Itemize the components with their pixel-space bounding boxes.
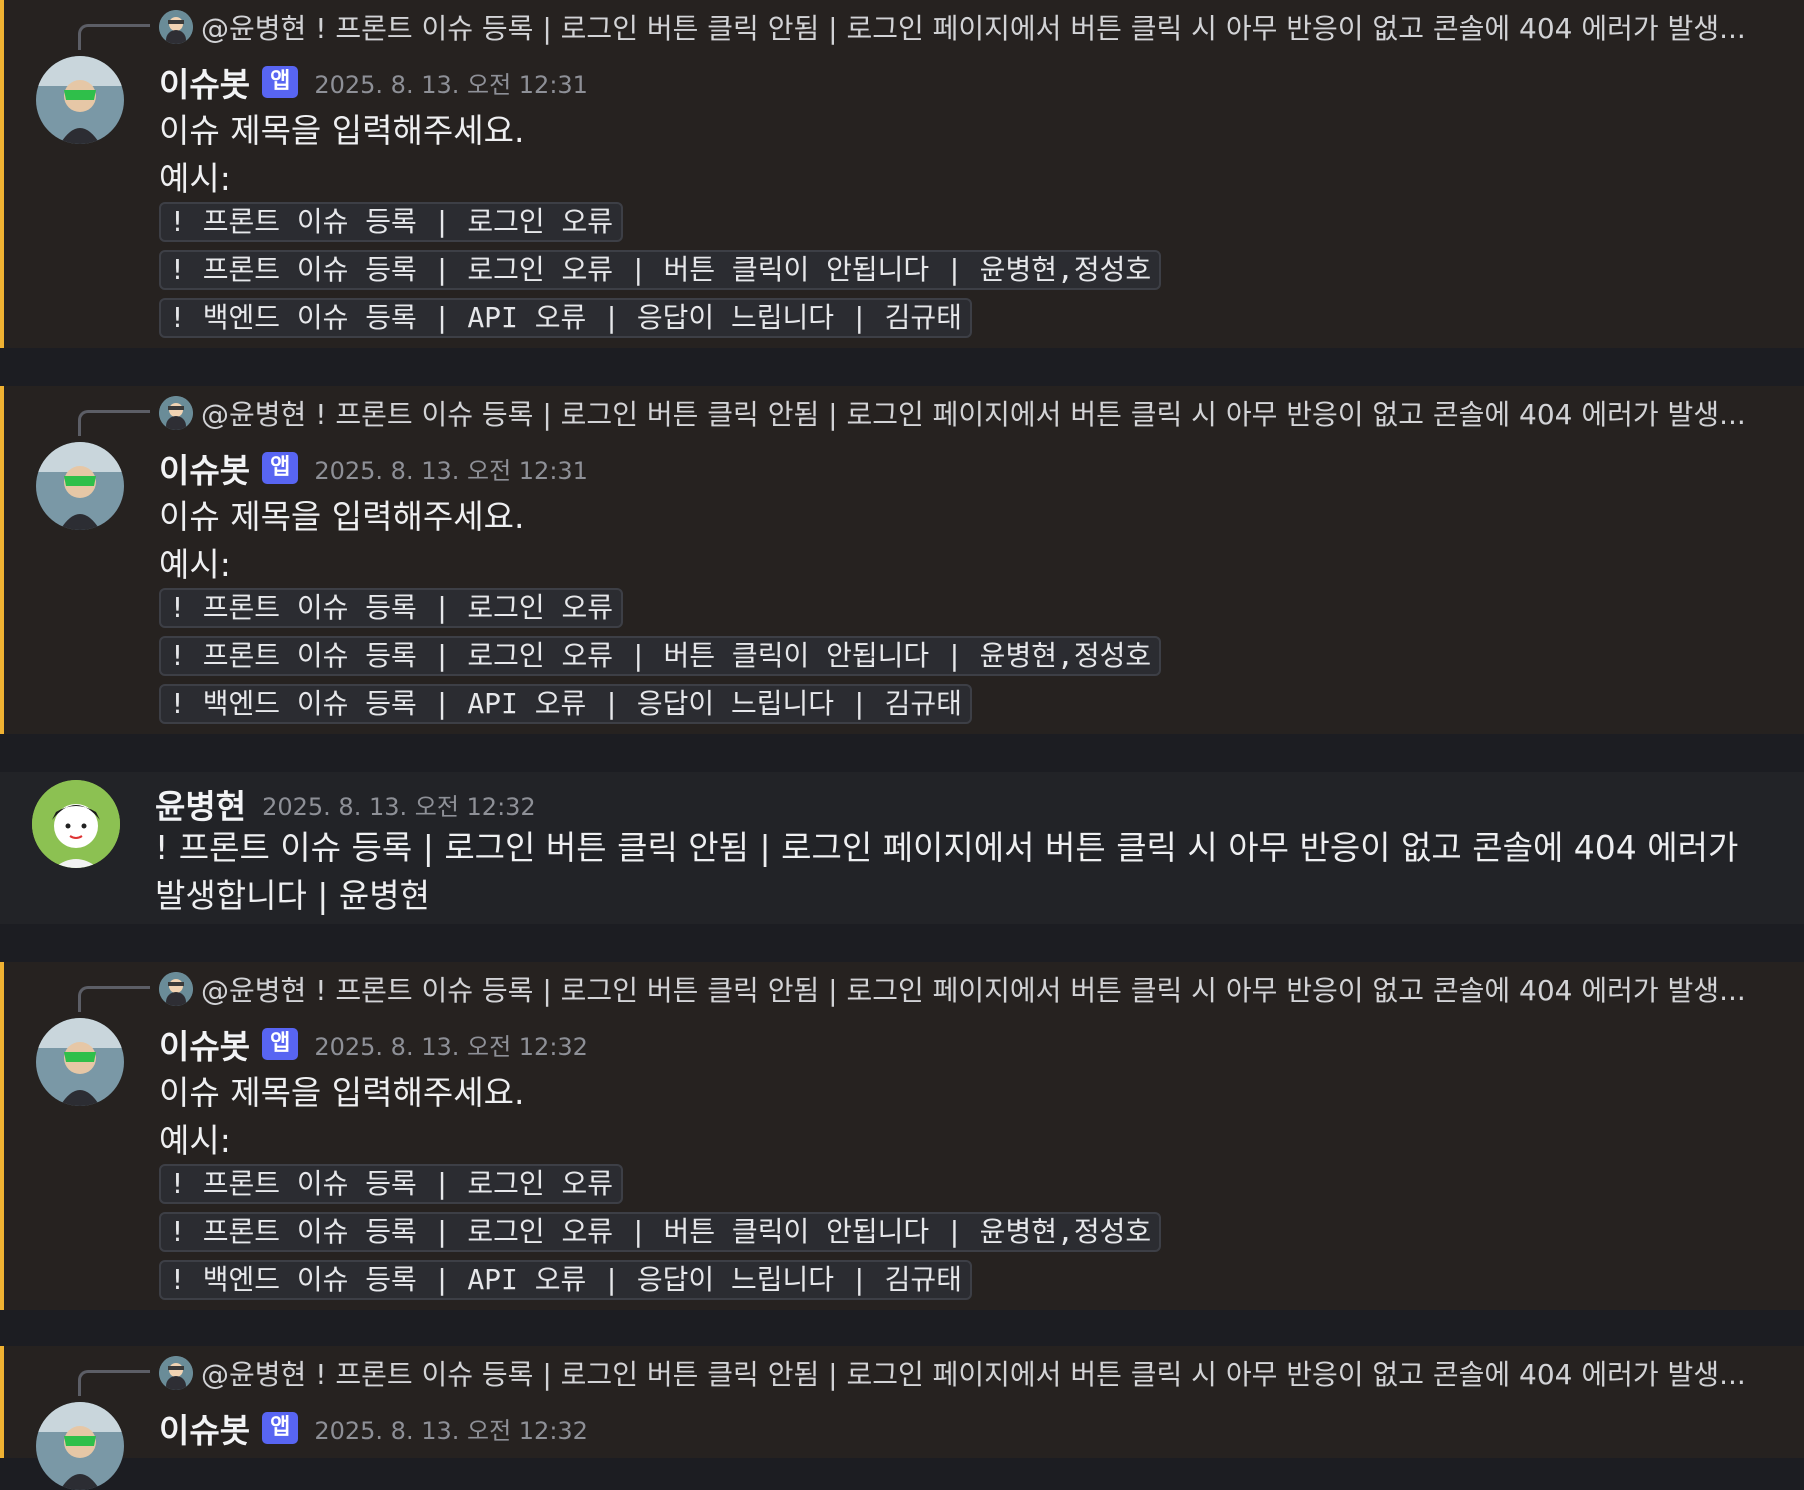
example-label: 예시: — [159, 545, 231, 584]
code-example: ! 프론트 이슈 등록 | 로그인 오류 — [159, 202, 623, 242]
message-text: ! 프론트 이슈 등록 | 로그인 버튼 클릭 안됨 | 로그인 페이지에서 버… — [155, 828, 1739, 915]
bot-name[interactable]: 이슈봇 — [159, 58, 250, 106]
code-example: ! 백엔드 이슈 등록 | API 오류 | 응답이 느립니다 | 김규태 — [159, 1260, 972, 1300]
code-example: ! 프론트 이슈 등록 | 로그인 오류 | 버튼 클릭이 안됩니다 | 윤병현… — [159, 636, 1162, 676]
timestamp[interactable]: 2025. 8. 13. 오전 12:32 — [262, 787, 536, 822]
code-example: ! 프론트 이슈 등록 | 로그인 오류 — [159, 588, 623, 628]
user-name[interactable]: 윤병현 — [155, 780, 246, 828]
bot-message: @윤병현 ! 프론트 이슈 등록 | 로그인 버튼 클릭 안됨 | 로그인 페이… — [0, 1346, 1804, 1490]
reply-preview: ! 프론트 이슈 등록 | 로그인 버튼 클릭 안됨 | 로그인 페이지에서 버… — [315, 974, 1746, 1007]
bot-name[interactable]: 이슈봇 — [159, 1404, 250, 1452]
reply-connector — [78, 1370, 150, 1396]
reply-preview: ! 프론트 이슈 등록 | 로그인 버튼 클릭 안됨 | 로그인 페이지에서 버… — [315, 1358, 1746, 1391]
reply-mention[interactable]: @윤병현 — [201, 7, 306, 47]
reply-reference[interactable]: @윤병현 ! 프론트 이슈 등록 | 로그인 버튼 클릭 안됨 | 로그인 페이… — [159, 393, 1746, 433]
timestamp[interactable]: 2025. 8. 13. 오전 12:31 — [314, 451, 588, 486]
reply-mention[interactable]: @윤병현 — [201, 393, 306, 433]
user-message: 윤병현 2025. 8. 13. 오전 12:32 ! 프론트 이슈 등록 | … — [0, 772, 1804, 924]
bot-avatar-icon[interactable] — [36, 442, 124, 530]
bot-message: @윤병현 ! 프론트 이슈 등록 | 로그인 버튼 클릭 안됨 | 로그인 페이… — [0, 962, 1804, 1310]
app-badge: 앱 — [262, 1412, 299, 1444]
code-example: ! 백엔드 이슈 등록 | API 오류 | 응답이 느립니다 | 김규태 — [159, 684, 972, 724]
example-label: 예시: — [159, 1121, 231, 1160]
reply-mention[interactable]: @윤병현 — [201, 969, 306, 1009]
mini-avatar-icon — [159, 1356, 193, 1390]
prompt-text: 이슈 제목을 입력해주세요. — [159, 111, 525, 150]
app-badge: 앱 — [262, 452, 299, 484]
reply-reference[interactable]: @윤병현 ! 프론트 이슈 등록 | 로그인 버튼 클릭 안됨 | 로그인 페이… — [159, 1353, 1746, 1393]
bot-name[interactable]: 이슈봇 — [159, 1020, 250, 1068]
prompt-text: 이슈 제목을 입력해주세요. — [159, 1073, 525, 1112]
timestamp[interactable]: 2025. 8. 13. 오전 12:32 — [314, 1411, 588, 1446]
timestamp[interactable]: 2025. 8. 13. 오전 12:31 — [314, 65, 588, 100]
app-badge: 앱 — [262, 1028, 299, 1060]
example-label: 예시: — [159, 159, 231, 198]
mini-avatar-icon — [159, 10, 193, 44]
code-example: ! 프론트 이슈 등록 | 로그인 오류 — [159, 1164, 623, 1204]
timestamp[interactable]: 2025. 8. 13. 오전 12:32 — [314, 1027, 588, 1062]
prompt-text: 이슈 제목을 입력해주세요. — [159, 497, 525, 536]
code-example: ! 프론트 이슈 등록 | 로그인 오류 | 버튼 클릭이 안됩니다 | 윤병현… — [159, 250, 1162, 290]
reply-mention[interactable]: @윤병현 — [201, 1353, 306, 1393]
bot-name[interactable]: 이슈봇 — [159, 444, 250, 492]
app-badge: 앱 — [262, 66, 299, 98]
code-example: ! 백엔드 이슈 등록 | API 오류 | 응답이 느립니다 | 김규태 — [159, 298, 972, 338]
bot-avatar-icon[interactable] — [36, 1402, 124, 1490]
bot-message: @윤병현 ! 프론트 이슈 등록 | 로그인 버튼 클릭 안됨 | 로그인 페이… — [0, 386, 1804, 734]
reply-reference[interactable]: @윤병현 ! 프론트 이슈 등록 | 로그인 버튼 클릭 안됨 | 로그인 페이… — [159, 969, 1746, 1009]
bot-message: @윤병현 ! 프론트 이슈 등록 | 로그인 버튼 클릭 안됨 | 로그인 페이… — [0, 0, 1804, 348]
mini-avatar-icon — [159, 396, 193, 430]
reply-preview: ! 프론트 이슈 등록 | 로그인 버튼 클릭 안됨 | 로그인 페이지에서 버… — [315, 12, 1746, 45]
reply-connector — [78, 410, 150, 436]
code-example: ! 프론트 이슈 등록 | 로그인 오류 | 버튼 클릭이 안됩니다 | 윤병현… — [159, 1212, 1162, 1252]
reply-connector — [78, 24, 150, 50]
reply-preview: ! 프론트 이슈 등록 | 로그인 버튼 클릭 안됨 | 로그인 페이지에서 버… — [315, 398, 1746, 431]
reply-reference[interactable]: @윤병현 ! 프론트 이슈 등록 | 로그인 버튼 클릭 안됨 | 로그인 페이… — [159, 7, 1746, 47]
mini-avatar-icon — [159, 972, 193, 1006]
bot-avatar-icon[interactable] — [36, 56, 124, 144]
bot-avatar-icon[interactable] — [36, 1018, 124, 1106]
reply-connector — [78, 986, 150, 1012]
user-avatar-icon[interactable] — [32, 780, 120, 868]
